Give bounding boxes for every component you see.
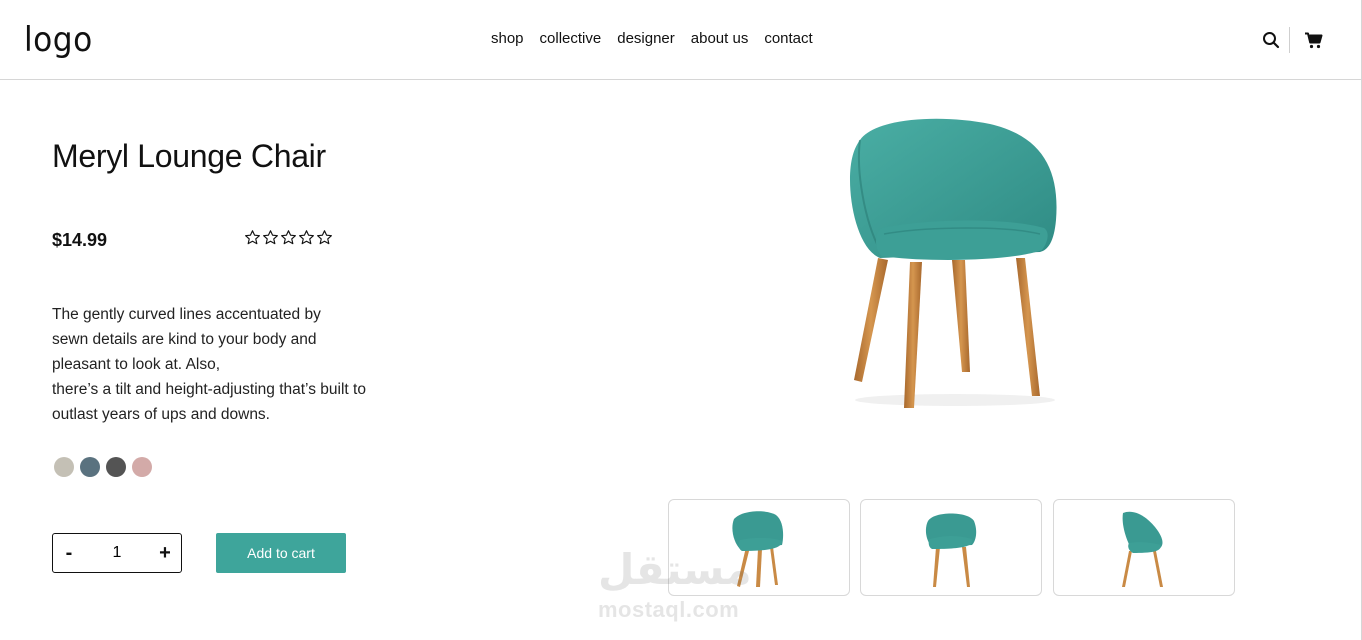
description-line: outlast years of ups and downs. [52,406,270,423]
nav-link-collective[interactable]: collective [540,30,602,47]
site-header: logo shop collective designer about us c… [0,0,1362,80]
nav-link-about-us[interactable]: about us [691,30,749,47]
product-main-image [820,110,1090,420]
quantity-stepper: - + [52,533,182,573]
watermark-latin: mostaql.com [598,597,740,622]
search-icon[interactable] [1259,28,1283,52]
description-line: there’s a tilt and height-adjusting that… [52,381,366,398]
product-title: Meryl Lounge Chair [52,138,326,174]
cart-icon[interactable] [1302,28,1326,52]
increase-quantity-button[interactable]: + [158,543,172,563]
header-divider [1289,27,1290,53]
main-nav: shop collective designer about us contac… [491,30,813,47]
color-swatch-slate[interactable] [80,457,100,477]
description-line: The gently curved lines accentuated by [52,306,321,323]
star-icon[interactable] [298,229,315,246]
star-icon[interactable] [262,229,279,246]
color-swatch-pink[interactable] [132,457,152,477]
product-thumbnail-side[interactable] [860,499,1042,596]
product-thumbnail-front[interactable] [668,499,850,596]
logo[interactable]: logo [24,20,93,60]
quantity-input[interactable] [97,544,137,562]
color-swatch-beige[interactable] [54,457,74,477]
nav-link-shop[interactable]: shop [491,30,524,47]
color-swatches [54,457,152,477]
nav-link-designer[interactable]: designer [617,30,675,47]
decrease-quantity-button[interactable]: - [62,543,76,563]
description-line: sewn details are kind to your body and [52,331,317,348]
product-price: $14.99 [52,230,108,250]
star-icon[interactable] [280,229,297,246]
add-to-cart-button[interactable]: Add to cart [216,533,346,573]
product-description: The gently curved lines accentuated by s… [52,302,452,427]
rating-stars[interactable] [244,229,333,246]
header-icons [1259,27,1326,53]
star-icon[interactable] [316,229,333,246]
description-line: pleasant to look at. Also, [52,356,221,373]
product-thumbnail-back[interactable] [1053,499,1235,596]
nav-link-contact[interactable]: contact [764,30,812,47]
star-icon[interactable] [244,229,261,246]
color-swatch-charcoal[interactable] [106,457,126,477]
